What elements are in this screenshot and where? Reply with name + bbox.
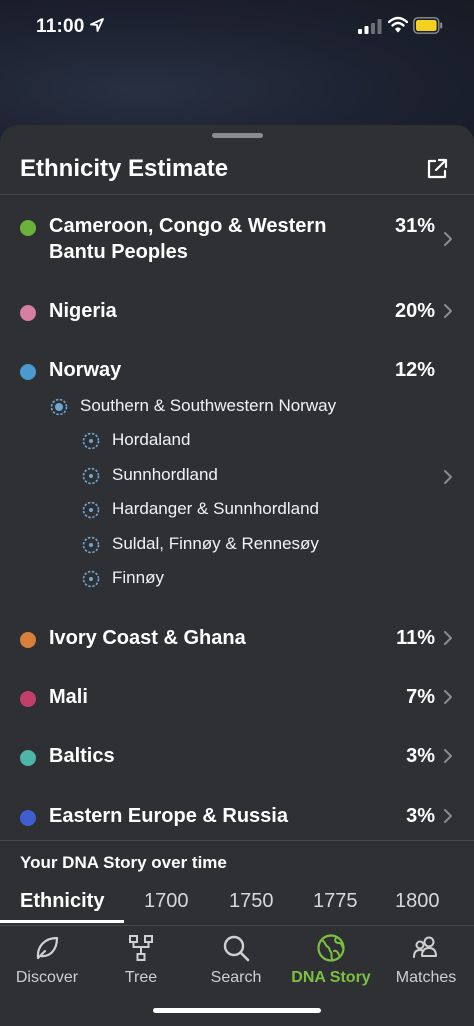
over-time-title: Your DNA Story over time [20,853,227,872]
active-tab-indicator [0,920,124,923]
chevron-right-icon [444,690,452,704]
nav-label: Search [210,969,262,986]
community-row-suldal[interactable]: Suldal, Finnøy & Rennesøy [0,533,474,559]
region-percent: 3% [406,805,435,827]
region-label: Cameroon, Congo & Western Bantu Peoples [49,215,327,263]
tab-1775[interactable]: 1775 [313,888,358,914]
tab-1700[interactable]: 1700 [144,888,189,914]
nav-tree[interactable]: Tree [94,926,188,996]
status-bar: 11:00 [0,0,474,54]
region-percent: 20% [394,300,435,322]
region-color-dot [20,220,36,236]
wifi-icon [388,16,408,33]
region-color-dot [20,750,36,766]
tab-1800[interactable]: 1800 [395,888,440,914]
chevron-right-icon [444,470,452,484]
community-label: Finnøy [112,568,164,587]
region-row-baltics[interactable]: Baltics 3% [0,743,474,773]
region-label: Norway [49,359,122,381]
chevron-right-icon [444,631,452,645]
leaf-icon [36,936,59,960]
region-label: Nigeria [49,300,117,322]
region-color-dot [20,632,36,648]
region-label: Ivory Coast & Ghana [49,627,246,649]
sheet-grabber[interactable] [212,133,263,138]
chevron-right-icon [444,304,452,318]
cellular-signal-icon [358,19,382,34]
region-color-dot [20,691,36,707]
chevron-right-icon [444,232,452,246]
region-label: Eastern Europe & Russia [49,805,288,827]
region-color-dot [20,305,36,321]
community-row-hardanger[interactable]: Hardanger & Sunnhordland [0,498,474,524]
community-row-hordaland[interactable]: Hordaland [0,429,474,455]
region-color-dot [20,364,36,380]
region-percent: 12% [394,359,435,381]
region-row-cameroon[interactable]: Cameroon, Congo & Western Bantu Peoples … [0,213,474,269]
region-row-ivory-coast[interactable]: Ivory Coast & Ghana 11% [0,625,474,655]
share-external-icon[interactable] [425,157,449,181]
people-icon [413,936,437,958]
region-color-dot [20,810,36,826]
community-label: Hordaland [112,430,191,449]
community-label: Suldal, Finnøy & Rennesøy [112,534,319,553]
region-row-mali[interactable]: Mali 7% [0,684,474,714]
region-row-norway[interactable]: Norway 12% [0,357,474,387]
header-divider [0,194,474,195]
search-icon [223,935,250,962]
region-percent: 7% [406,686,435,708]
sub-region-row[interactable]: Southern & Southwestern Norway [0,395,474,421]
community-dot-icon [82,570,100,588]
chevron-right-icon [444,809,452,823]
region-row-nigeria[interactable]: Nigeria 20% [0,298,474,328]
region-percent: 11% [396,627,435,649]
sub-region-label: Southern & Southwestern Norway [80,396,337,415]
nav-label: DNA Story [291,969,371,986]
community-row-sunnhordland[interactable]: Sunnhordland [0,464,474,490]
nav-matches[interactable]: Matches [379,926,473,996]
location-arrow-icon [90,18,104,32]
nav-search[interactable]: Search [189,926,283,996]
nav-label: Discover [15,969,79,986]
nav-label: Tree [124,969,158,986]
community-label: Sunnhordland [112,465,218,484]
tree-icon [129,935,153,961]
community-dot-icon [82,467,100,485]
region-label: Baltics [49,745,115,767]
region-percent: 3% [406,745,435,767]
tab-1750[interactable]: 1750 [229,888,274,914]
chevron-right-icon [444,749,452,763]
community-dot-icon [82,432,100,450]
battery-icon [413,17,443,34]
community-dot-icon [82,536,100,554]
region-target-icon [50,398,68,416]
home-indicator [153,1008,321,1013]
community-label: Hardanger & Sunnhordland [112,499,319,518]
globe-icon [317,934,345,962]
community-dot-icon [82,501,100,519]
over-time-divider [0,840,474,841]
sheet-title: Ethnicity Estimate [20,155,229,182]
nav-discover[interactable]: Discover [0,926,94,996]
community-row-finnoy[interactable]: Finnøy [0,567,474,593]
region-label: Mali [49,686,88,708]
status-time: 11:00 [36,16,85,37]
region-row-eastern-europe[interactable]: Eastern Europe & Russia 3% [0,803,474,833]
region-percent: 31% [394,215,435,237]
ethnicity-sheet: Ethnicity Estimate Cameroon, Congo & Wes… [0,125,474,935]
tab-ethnicity[interactable]: Ethnicity [20,888,104,914]
nav-label: Matches [395,969,457,986]
nav-dna-story[interactable]: DNA Story [284,926,378,996]
